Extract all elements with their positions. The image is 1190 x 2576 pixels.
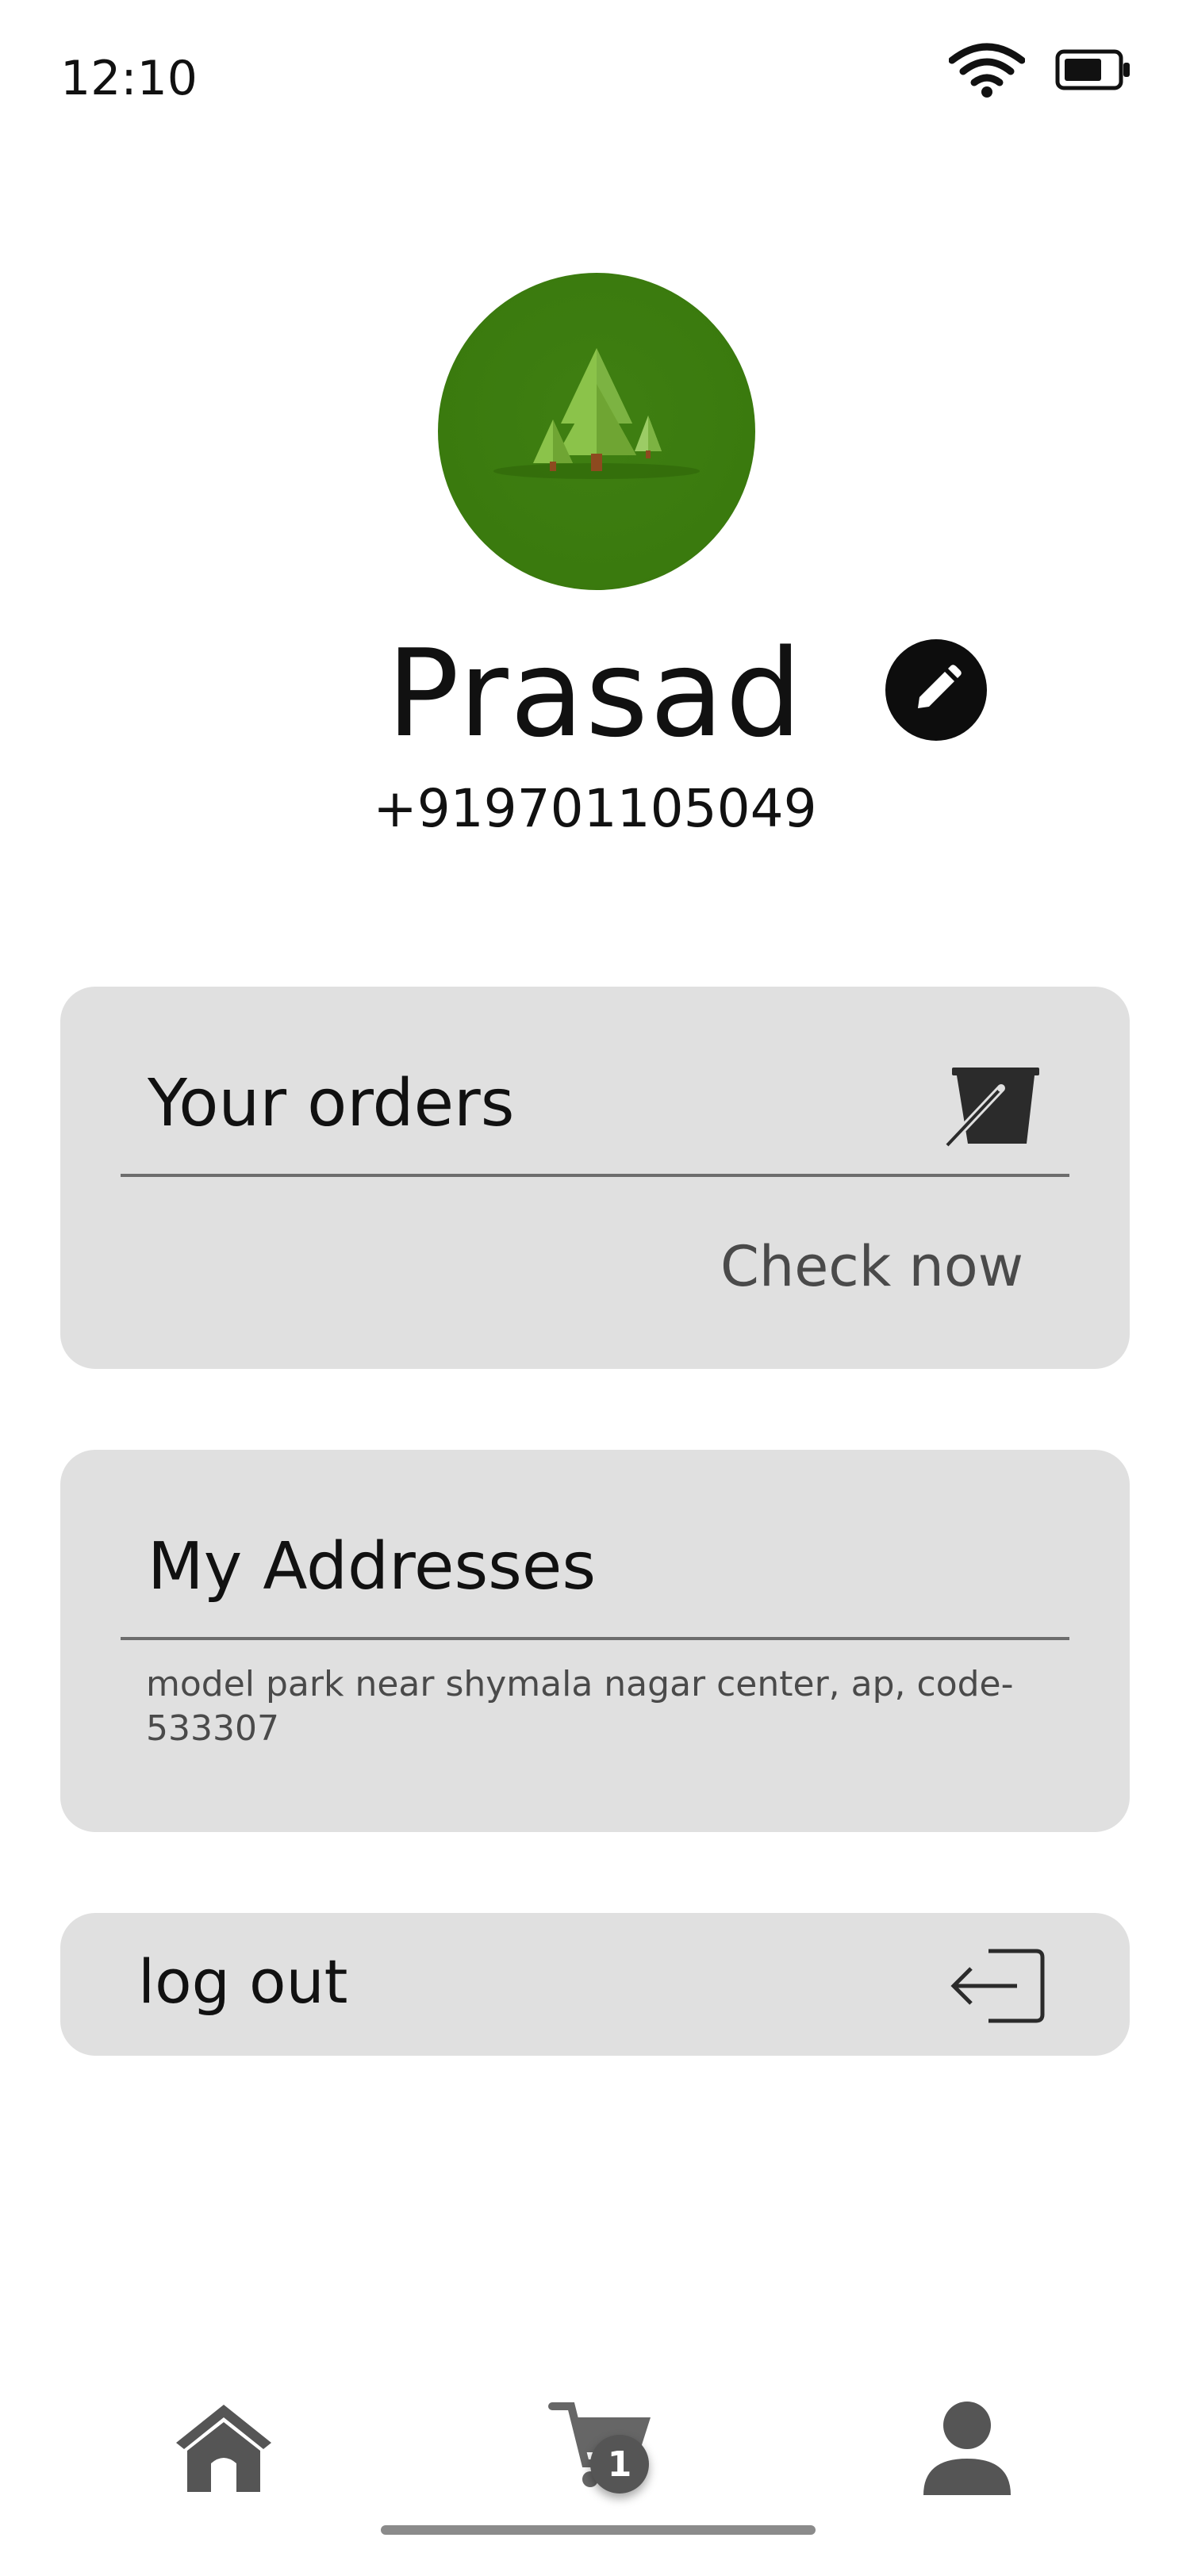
- profile-phone: +919701105049: [373, 778, 817, 839]
- profile-name: Prasad: [386, 623, 804, 764]
- forest-trees-avatar: [493, 348, 700, 479]
- addresses-card[interactable]: My Addresses model park near shymala nag…: [60, 1450, 1130, 1832]
- orders-card[interactable]: Your orders Check now: [60, 987, 1130, 1369]
- check-now-link[interactable]: Check now: [720, 1234, 1023, 1299]
- addresses-divider: [121, 1637, 1069, 1640]
- orders-title: Your orders: [148, 1066, 515, 1141]
- status-time: 12:10: [60, 51, 198, 106]
- home-indicator: [381, 2525, 816, 2535]
- bottom-nav: 1: [0, 2363, 1190, 2576]
- cart-badge: 1: [590, 2435, 649, 2494]
- home-icon[interactable]: [173, 2402, 274, 2495]
- logout-button[interactable]: log out: [60, 1913, 1130, 2056]
- address-text: model park near shymala nagar center, ap…: [146, 1664, 1014, 1749]
- orders-divider: [121, 1174, 1069, 1177]
- addresses-title: My Addresses: [148, 1529, 597, 1604]
- pencil-icon: [918, 665, 962, 708]
- wifi-icon: [949, 43, 1025, 98]
- status-bar: 12:10: [0, 0, 1190, 151]
- edit-profile-button[interactable]: [885, 639, 987, 741]
- person-icon[interactable]: [920, 2398, 1014, 2497]
- logout-icon: [950, 1949, 1045, 2023]
- profile-avatar[interactable]: [438, 273, 755, 590]
- logout-label: log out: [138, 1946, 348, 2017]
- bucket-icon: [944, 1068, 1039, 1148]
- battery-icon: [1055, 49, 1130, 90]
